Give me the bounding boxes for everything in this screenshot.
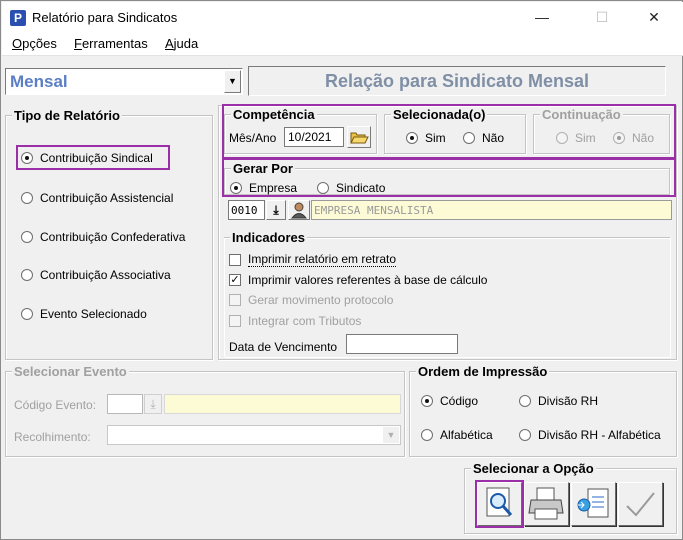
check-gerar-protocolo: Gerar movimento protocolo: [229, 293, 393, 307]
codigo-evento-input: [107, 394, 143, 414]
radio-contribuicao-associativa[interactable]: Contribuição Associativa: [21, 268, 171, 282]
radio-ordem-divisao-alfabetica[interactable]: Divisão RH - Alfabética: [519, 428, 661, 442]
recolhimento-select: ▼: [107, 425, 401, 445]
radio-gerar-empresa[interactable]: Empresa: [230, 181, 297, 195]
empresa-name-field: EMPRESA MENSALISTA: [311, 200, 672, 220]
check-imprimir-retrato[interactable]: Imprimir relatório em retrato: [229, 252, 397, 267]
download-arrow-icon[interactable]: ⤓: [266, 200, 286, 220]
print-button[interactable]: [524, 482, 569, 526]
period-select[interactable]: Mensal ▼: [5, 68, 243, 95]
confirm-button[interactable]: [618, 482, 663, 526]
menu-ajuda[interactable]: Ajuda: [165, 36, 198, 51]
close-button[interactable]: ✕: [634, 6, 674, 28]
export-button[interactable]: [571, 482, 616, 526]
menu-opcoes[interactable]: Opções: [12, 36, 57, 51]
codigo-evento-label: Código Evento:: [14, 398, 97, 412]
radio-ordem-divisao[interactable]: Divisão RH: [519, 394, 598, 408]
check-base-calculo[interactable]: ✓ Imprimir valores referentes à base de c…: [229, 273, 487, 287]
checkmark-icon: [626, 492, 655, 517]
radio-contribuicao-sindical[interactable]: Contribuição Sindical: [21, 151, 153, 165]
window-title: Relatório para Sindicatos: [32, 10, 178, 25]
check-integrar-tributos: Integrar com Tributos: [229, 314, 361, 328]
ordem-impressao-title: Ordem de Impressão: [416, 364, 550, 379]
printer-icon: [528, 487, 564, 520]
selecionar-opcao-title: Selecionar a Opção: [471, 461, 596, 476]
recolhimento-label: Recolhimento:: [14, 430, 91, 444]
main-window: P Relatório para Sindicatos — ☐ ✕ Opções…: [0, 0, 683, 540]
competencia-highlight: [222, 104, 676, 159]
title-bar: P Relatório para Sindicatos — ☐ ✕: [2, 2, 683, 32]
codigo-evento-lookup-icon: ⤓: [144, 394, 162, 414]
radio-ordem-codigo[interactable]: Código: [421, 394, 478, 408]
chevron-down-icon: ▼: [383, 427, 399, 443]
minimize-button[interactable]: —: [522, 6, 562, 28]
period-select-value: Mensal: [10, 72, 68, 91]
preview-button-highlight: [475, 480, 524, 528]
tipo-relatorio-title: Tipo de Relatório: [12, 108, 122, 123]
radio-evento-selecionado[interactable]: Evento Selecionado: [21, 307, 147, 321]
app-icon: P: [10, 10, 26, 26]
radio-contribuicao-confederativa[interactable]: Contribuição Confederativa: [21, 230, 185, 244]
codigo-evento-description: [164, 394, 401, 414]
radio-contribuicao-assistencial[interactable]: Contribuição Assistencial: [21, 191, 173, 205]
data-vencimento-label: Data de Vencimento: [229, 340, 338, 354]
report-title: Relação para Sindicato Mensal: [248, 66, 666, 96]
chevron-down-icon[interactable]: ▼: [224, 70, 241, 93]
selecionar-evento-title: Selecionar Evento: [12, 364, 129, 379]
ordem-impressao-group: Ordem de Impressão: [409, 364, 677, 457]
radio-gerar-sindicato[interactable]: Sindicato: [317, 181, 385, 195]
radio-ordem-alfabetica[interactable]: Alfabética: [421, 428, 493, 442]
data-vencimento-input[interactable]: [346, 334, 458, 354]
export-globe-icon: [577, 488, 609, 518]
indicadores-title: Indicadores: [230, 230, 307, 245]
empresa-code-input[interactable]: 0010: [228, 200, 265, 220]
menu-ferramentas[interactable]: Ferramentas: [74, 36, 148, 51]
maximize-button[interactable]: ☐: [582, 6, 622, 28]
menu-bar: Opções Ferramentas Ajuda: [2, 32, 683, 56]
person-search-icon[interactable]: [288, 200, 310, 220]
